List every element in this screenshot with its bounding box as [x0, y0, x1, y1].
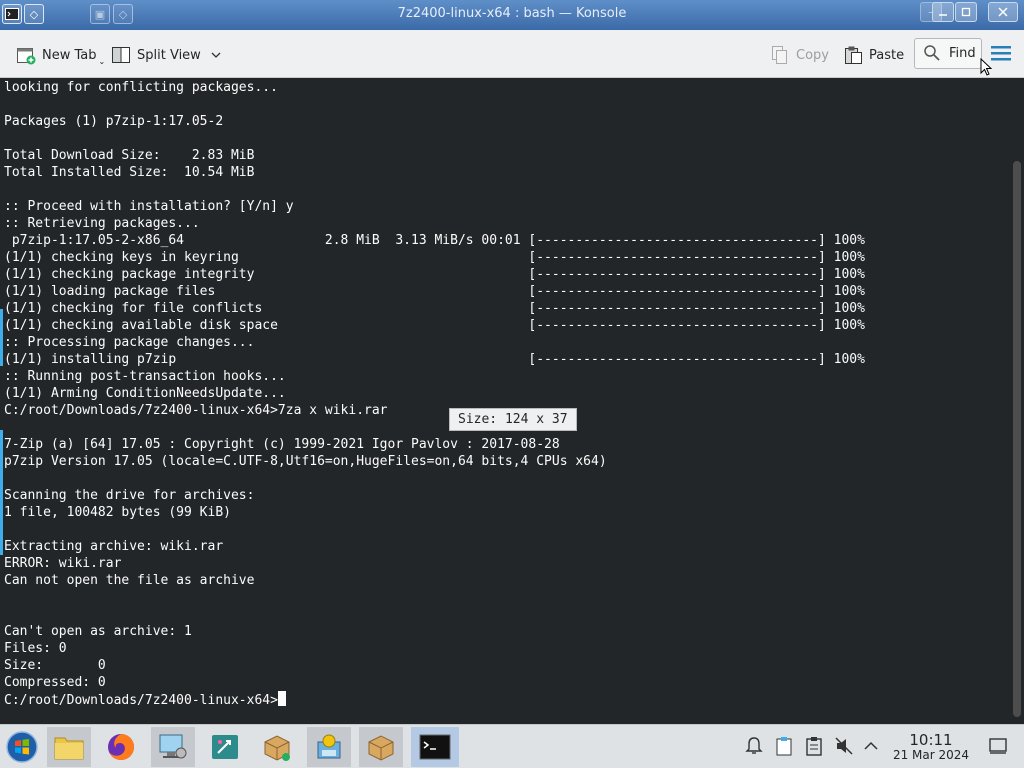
copy-button[interactable]: Copy: [770, 42, 829, 68]
terminal-line: p7zip-1:17.05-2-x86_64 2.8 MiB 3.13 MiB/…: [4, 233, 865, 248]
terminal-line: ERROR: wiki.rar: [4, 556, 122, 571]
text-cursor: [277, 691, 286, 706]
taskbar-archive-manager[interactable]: [359, 727, 403, 767]
maximize-button[interactable]: [955, 2, 977, 22]
terminal-line: Total Download Size: 2.83 MiB: [4, 148, 255, 163]
terminal-line: :: Retrieving packages...: [4, 216, 200, 231]
show-desktop-icon[interactable]: [987, 735, 1009, 757]
copy-icon: [770, 45, 790, 65]
taskbar-system-settings[interactable]: [151, 727, 195, 767]
volume-muted-icon[interactable]: [833, 735, 855, 757]
terminal-line: (1/1) Arming ConditionNeedsUpdate...: [4, 386, 286, 401]
split-view-icon: [111, 45, 131, 65]
terminal-line: (1/1) loading package files [-----------…: [4, 284, 865, 299]
taskbar-discover[interactable]: [307, 727, 351, 767]
new-tab-button[interactable]: New Tab ⌄: [16, 42, 105, 68]
terminal-line: Can not open the file as archive: [4, 573, 255, 588]
taskbar-konsole[interactable]: [411, 727, 459, 767]
start-menu-button[interactable]: [0, 727, 44, 767]
clipboard-tray-icon[interactable]: [773, 735, 795, 757]
terminal-line: :: Proceed with installation? [Y/n] y: [4, 199, 294, 214]
konsole-toolbar: New Tab ⌄ Split View Copy Paste Find: [0, 30, 1024, 78]
terminal-line: Size: 0: [4, 658, 106, 673]
new-tab-icon: [16, 45, 36, 65]
new-tab-dropdown-icon[interactable]: ⌄: [99, 57, 106, 66]
copy-label: Copy: [796, 47, 829, 63]
window-titlebar[interactable]: ◇ ▣ ◇ 7z2400-linux-x64 : bash — Konsole …: [0, 0, 1024, 30]
split-view-chevron-down-icon[interactable]: [211, 48, 221, 62]
terminal-line: (1/1) checking package integrity [------…: [4, 267, 865, 282]
notifications-icon[interactable]: [743, 735, 765, 757]
output-marker: [0, 430, 3, 555]
terminal-line: Can't open as archive: 1: [4, 624, 192, 639]
tray-expand-chevron-up-icon[interactable]: [860, 735, 882, 757]
terminal-line: p7zip Version 17.05 (locale=C.UTF-8,Utf1…: [4, 454, 607, 469]
terminal-line: Files: 0: [4, 641, 67, 656]
taskbar-package-installer[interactable]: [255, 727, 299, 767]
terminal-output[interactable]: looking for conflicting packages... Packa…: [4, 79, 865, 708]
terminal-line: Extracting archive: wiki.rar: [4, 539, 224, 554]
search-icon: [923, 44, 943, 64]
terminal-line: Packages (1) p7zip-1:17.05-2: [4, 114, 224, 129]
paste-button[interactable]: Paste: [843, 42, 904, 68]
terminal-line: Scanning the drive for archives:: [4, 488, 255, 503]
terminal-line: :: Processing package changes...: [4, 335, 255, 350]
find-button[interactable]: Find: [914, 38, 982, 69]
split-view-button[interactable]: Split View: [111, 42, 221, 68]
close-button[interactable]: [988, 2, 1018, 22]
digital-clock[interactable]: 10:11 21 Mar 2024: [886, 732, 976, 762]
taskbar-file-manager[interactable]: [47, 727, 91, 767]
terminal-line: (1/1) checking keys in keyring [--------…: [4, 250, 865, 265]
terminal-line: Compressed: 0: [4, 675, 106, 690]
terminal-line: (1/1) checking available disk space [---…: [4, 318, 865, 333]
hamburger-menu-button[interactable]: [991, 44, 1011, 66]
terminal-line: C:/root/Downloads/7z2400-linux-x64>: [4, 691, 865, 708]
minimize-button[interactable]: [932, 2, 954, 22]
terminal-line: C:/root/Downloads/7z2400-linux-x64>7za x…: [4, 403, 388, 418]
output-marker: [0, 309, 3, 366]
split-view-label: Split View: [137, 47, 201, 63]
terminal-line: 1 file, 100482 bytes (99 KiB): [4, 505, 231, 520]
terminal-line: :: Running post-transaction hooks...: [4, 369, 286, 384]
terminal-line: (1/1) installing p7zip [----------------…: [4, 352, 865, 367]
clock-time: 10:11: [909, 731, 953, 749]
paste-icon: [843, 45, 863, 65]
terminal-line: 7-Zip (a) [64] 17.05 : Copyright (c) 199…: [4, 437, 560, 452]
terminal-size-tooltip: Size: 124 x 37: [449, 408, 577, 431]
paste-label: Paste: [869, 47, 905, 63]
terminal-scrollbar[interactable]: [1013, 161, 1021, 717]
taskbar-firefox[interactable]: [99, 727, 143, 767]
window-title: 7z2400-linux-x64 : bash — Konsole: [397, 6, 627, 21]
find-label: Find: [949, 46, 976, 61]
taskbar-kate-editor[interactable]: [203, 727, 247, 767]
new-tab-label: New Tab: [42, 47, 97, 63]
taskbar: 10:11 21 Mar 2024: [0, 724, 1024, 768]
clock-date: 21 Mar 2024: [892, 748, 970, 762]
terminal-line: (1/1) checking for file conflicts [-----…: [4, 301, 865, 316]
klipper-icon[interactable]: [803, 735, 825, 757]
terminal-line: Total Installed Size: 10.54 MiB: [4, 165, 255, 180]
terminal-line: looking for conflicting packages...: [4, 80, 278, 95]
terminal-view[interactable]: looking for conflicting packages... Packa…: [0, 79, 1024, 724]
